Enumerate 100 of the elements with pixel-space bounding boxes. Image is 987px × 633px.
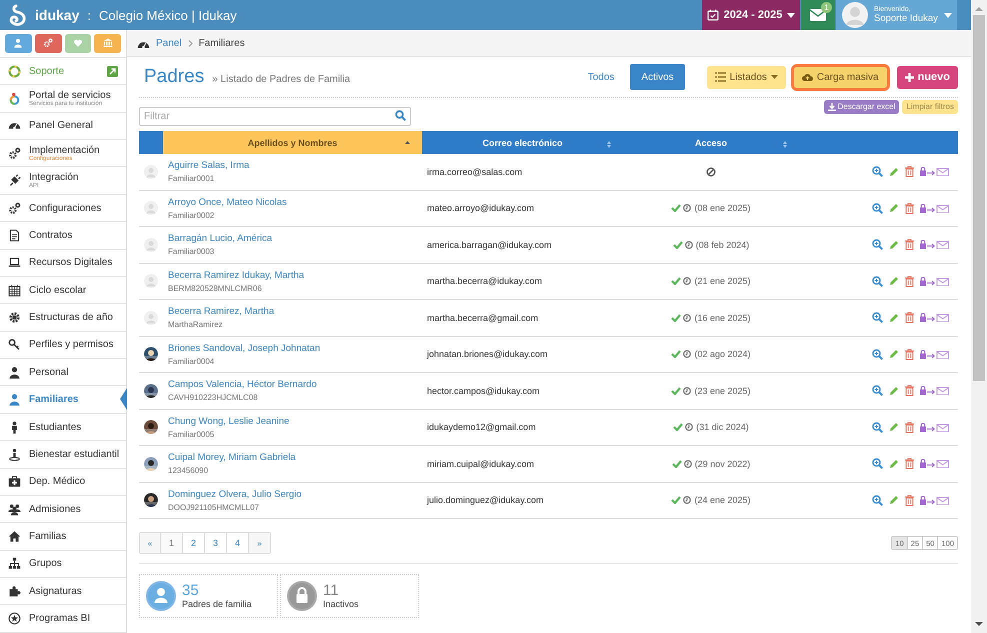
sidebar-label: Ciclo escolar bbox=[29, 284, 86, 296]
zoom-icon[interactable] bbox=[872, 422, 883, 433]
sidebar-item[interactable]: Contratos bbox=[0, 222, 126, 250]
external-link-icon bbox=[107, 66, 118, 77]
lock-mail-icon[interactable] bbox=[920, 386, 949, 396]
shortcut-button[interactable] bbox=[34, 34, 62, 53]
sidebar-item[interactable]: Bienestar estudiantil bbox=[0, 441, 126, 469]
sidebar-item[interactable]: Asignaturas bbox=[0, 578, 126, 606]
sidebar-item[interactable]: Familias bbox=[0, 523, 126, 551]
parent-name-link[interactable]: Briones Sandoval, Joseph Johnatan bbox=[168, 342, 320, 354]
page-button[interactable]: 1 bbox=[161, 533, 183, 553]
parent-name-link[interactable]: Becerra Ramirez, Martha bbox=[168, 306, 274, 318]
pencil-icon[interactable] bbox=[889, 312, 899, 323]
zoom-icon[interactable] bbox=[872, 494, 883, 506]
pencil-icon[interactable] bbox=[889, 276, 899, 286]
zoom-icon[interactable] bbox=[872, 385, 883, 396]
pencil-icon[interactable] bbox=[889, 386, 899, 396]
sidebar-item[interactable]: Estudiantes bbox=[0, 414, 126, 442]
sidebar-item[interactable]: Estructuras de año bbox=[0, 304, 126, 332]
lock-mail-icon[interactable] bbox=[920, 459, 949, 468]
lock-mail-icon[interactable] bbox=[920, 496, 949, 505]
sidebar-item[interactable]: Soporte bbox=[0, 58, 126, 86]
lock-mail-icon[interactable] bbox=[920, 422, 949, 432]
sidebar-label: Programas BI bbox=[29, 613, 90, 624]
listados-dropdown[interactable]: Listados bbox=[706, 66, 786, 88]
zoom-icon[interactable] bbox=[872, 348, 883, 360]
lock-circle-icon bbox=[287, 581, 317, 611]
sidebar-item[interactable]: Grupos bbox=[0, 550, 126, 578]
sidebar-item[interactable]: Dep. Médico bbox=[0, 468, 126, 496]
sidebar-item[interactable]: Programas BI bbox=[0, 605, 126, 633]
trash-icon[interactable] bbox=[905, 239, 914, 250]
pencil-icon[interactable] bbox=[889, 495, 899, 506]
last-access-date: (08 feb 2024) bbox=[696, 240, 750, 250]
shortcut-button[interactable] bbox=[64, 34, 92, 53]
sidebar-item[interactable]: Recursos Digitales bbox=[0, 250, 126, 277]
pencil-icon[interactable] bbox=[889, 203, 899, 214]
filter-tab[interactable]: Todos bbox=[580, 64, 622, 90]
zoom-icon[interactable] bbox=[872, 202, 883, 214]
page-button[interactable]: « bbox=[140, 533, 161, 553]
sidebar-item[interactable]: Panel General bbox=[0, 112, 126, 140]
sidebar-label: Recursos Digitales bbox=[29, 257, 112, 268]
zoom-icon[interactable] bbox=[872, 458, 883, 470]
trash-icon[interactable] bbox=[905, 458, 914, 470]
lock-mail-icon[interactable] bbox=[920, 167, 949, 176]
column-header[interactable]: Apellidos y Nombres bbox=[163, 131, 422, 154]
search-field[interactable]: Filtrar bbox=[139, 107, 411, 126]
new-button[interactable]: nuevo bbox=[896, 66, 958, 88]
sitemap-icon bbox=[8, 557, 21, 570]
trash-icon[interactable] bbox=[905, 348, 914, 360]
pencil-icon[interactable] bbox=[889, 166, 899, 177]
sidebar-item[interactable]: Perfiles y permisos bbox=[0, 332, 126, 360]
scrollbar[interactable] bbox=[971, 0, 987, 633]
zoom-icon[interactable] bbox=[872, 166, 883, 178]
clear-filters-button[interactable]: Limpiar filtros bbox=[902, 100, 958, 114]
trash-icon[interactable] bbox=[905, 494, 914, 506]
trash-icon[interactable] bbox=[905, 312, 914, 324]
gears-icon bbox=[8, 202, 21, 215]
upload-button[interactable]: Carga masiva bbox=[794, 66, 887, 88]
shortcut-button[interactable] bbox=[5, 34, 32, 53]
year-selector[interactable]: 2024 - 2025 bbox=[702, 0, 800, 30]
sidebar-item[interactable]: Personal bbox=[0, 359, 126, 386]
trash-icon[interactable] bbox=[905, 276, 914, 287]
sidebar-item[interactable]: Familiares bbox=[0, 386, 126, 414]
pencil-icon[interactable] bbox=[889, 240, 899, 250]
sidebar-item[interactable]: Admisiones bbox=[0, 496, 126, 524]
pencil-icon[interactable] bbox=[889, 422, 899, 432]
parent-name-link[interactable]: Arroyo Once, Mateo Nicolas bbox=[168, 196, 287, 208]
column-header[interactable]: Acceso bbox=[623, 131, 799, 154]
parent-name-link[interactable]: Dominguez Olvera, Julio Sergio bbox=[168, 488, 302, 500]
parent-name-link[interactable]: Becerra Ramirez Idukay, Martha bbox=[168, 270, 304, 281]
last-access-date: (08 ene 2025) bbox=[694, 203, 751, 214]
trash-icon[interactable] bbox=[905, 202, 914, 214]
shortcut-button[interactable] bbox=[94, 34, 121, 53]
lock-mail-icon[interactable] bbox=[920, 240, 949, 250]
sidebar-item[interactable]: Ciclo escolar bbox=[0, 276, 126, 304]
lock-mail-icon[interactable] bbox=[920, 313, 949, 322]
lock-mail-icon[interactable] bbox=[920, 204, 949, 213]
parent-name-link[interactable]: Barragán Lucio, América bbox=[168, 233, 272, 244]
trash-icon[interactable] bbox=[905, 422, 914, 433]
sidebar-item[interactable]: Configuraciones bbox=[0, 194, 126, 222]
trash-icon[interactable] bbox=[905, 166, 914, 178]
parent-name-link[interactable]: Aguirre Salas, Irma bbox=[168, 160, 250, 172]
pencil-icon[interactable] bbox=[889, 349, 899, 360]
pencil-icon[interactable] bbox=[889, 458, 899, 469]
parent-name-link[interactable]: Campos Valencia, Héctor Bernardo bbox=[168, 379, 317, 390]
breadcrumb-link[interactable]: Panel bbox=[156, 38, 182, 48]
zoom-icon[interactable] bbox=[872, 312, 883, 324]
column-header[interactable]: Correo electrónico bbox=[422, 131, 623, 154]
download-button[interactable]: Descargar excel bbox=[824, 100, 900, 114]
parent-name-link[interactable]: Cuipal Morey, Miriam Gabriela bbox=[168, 452, 296, 464]
trash-icon[interactable] bbox=[905, 385, 914, 396]
email-text: miriam.cuipal@idukay.com bbox=[427, 458, 534, 469]
zoom-icon[interactable] bbox=[872, 239, 883, 250]
username-text: Familiar0002 bbox=[168, 210, 214, 220]
lock-mail-icon[interactable] bbox=[920, 350, 949, 359]
parent-name-link[interactable]: Chung Wong, Leslie Jeanine bbox=[168, 416, 290, 427]
zoom-icon[interactable] bbox=[872, 276, 883, 287]
page-button[interactable]: » bbox=[249, 533, 270, 553]
filter-tab[interactable]: Activos bbox=[630, 64, 685, 90]
lock-mail-icon[interactable] bbox=[920, 276, 949, 286]
